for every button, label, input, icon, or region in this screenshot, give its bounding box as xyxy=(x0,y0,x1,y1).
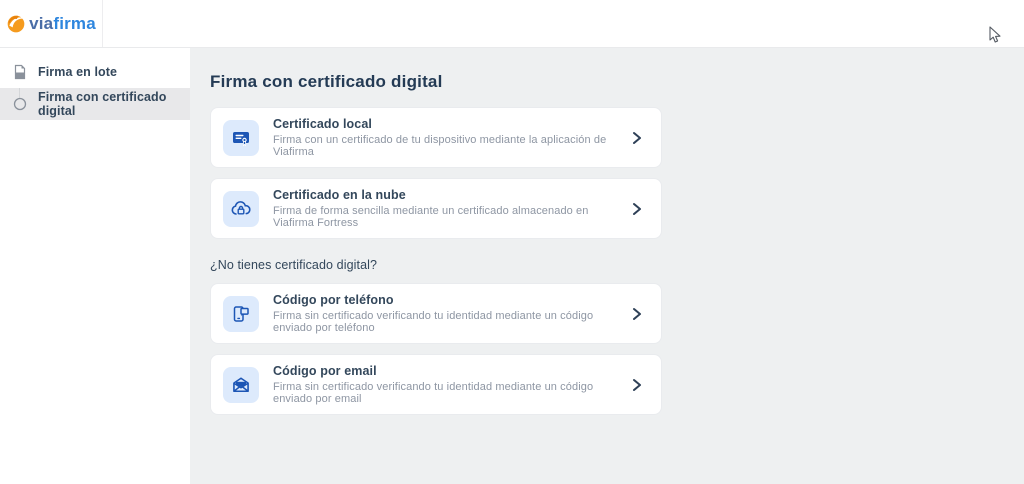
email-code-icon xyxy=(223,366,259,403)
app-header: viafirma xyxy=(0,0,1024,48)
card-description: Firma sin certificado verificando tu ide… xyxy=(273,381,594,405)
phone-code-icon xyxy=(223,295,259,332)
chevron-right-icon xyxy=(631,307,645,321)
card-title: Código por email xyxy=(273,364,377,378)
viafirma-swirl-icon xyxy=(6,14,26,34)
certificate-icon xyxy=(223,119,259,156)
card-description: Firma con un certificado de tu dispositi… xyxy=(273,134,607,158)
viafirma-logo[interactable]: viafirma xyxy=(0,0,103,47)
sidebar-item-firma-con-certificado[interactable]: Firma con certificado digital xyxy=(0,88,190,120)
card-codigo-telefono[interactable]: Código por teléfono Firma sin certificad… xyxy=(210,283,662,344)
sidebar-item-label: Firma con certificado digital xyxy=(38,90,167,118)
no-certificate-section-label: ¿No tienes certificado digital? xyxy=(210,258,378,272)
chevron-right-icon xyxy=(631,202,645,216)
main-content: Firma con certificado digital Certificad… xyxy=(190,48,1024,484)
signature-options-list: Certificado local Firma con un certifica… xyxy=(210,107,662,415)
card-description: Firma de forma sencilla mediante un cert… xyxy=(273,205,589,229)
card-title: Certificado en la nube xyxy=(273,188,406,202)
chevron-right-icon xyxy=(631,378,645,392)
step-circle-icon xyxy=(12,96,28,112)
logo-text-via: via xyxy=(29,13,54,33)
logo-text-firma: firma xyxy=(53,13,96,33)
batch-document-icon xyxy=(12,64,28,80)
sidebar-item-firma-en-lote[interactable]: Firma en lote xyxy=(0,56,190,88)
chevron-right-icon xyxy=(631,131,645,145)
sidebar-nav: Firma en lote Firma con certificado digi… xyxy=(0,48,190,484)
sidebar-item-label: Firma en lote xyxy=(38,65,118,79)
card-certificado-local[interactable]: Certificado local Firma con un certifica… xyxy=(210,107,662,168)
card-title: Certificado local xyxy=(273,117,372,131)
card-certificado-nube[interactable]: Certificado en la nube Firma de forma se… xyxy=(210,178,662,239)
card-codigo-email[interactable]: Código por email Firma sin certificado v… xyxy=(210,354,662,415)
cloud-lock-icon xyxy=(223,190,259,227)
card-title: Código por teléfono xyxy=(273,293,394,307)
page-title: Firma con certificado digital xyxy=(210,72,443,91)
card-description: Firma sin certificado verificando tu ide… xyxy=(273,310,594,334)
